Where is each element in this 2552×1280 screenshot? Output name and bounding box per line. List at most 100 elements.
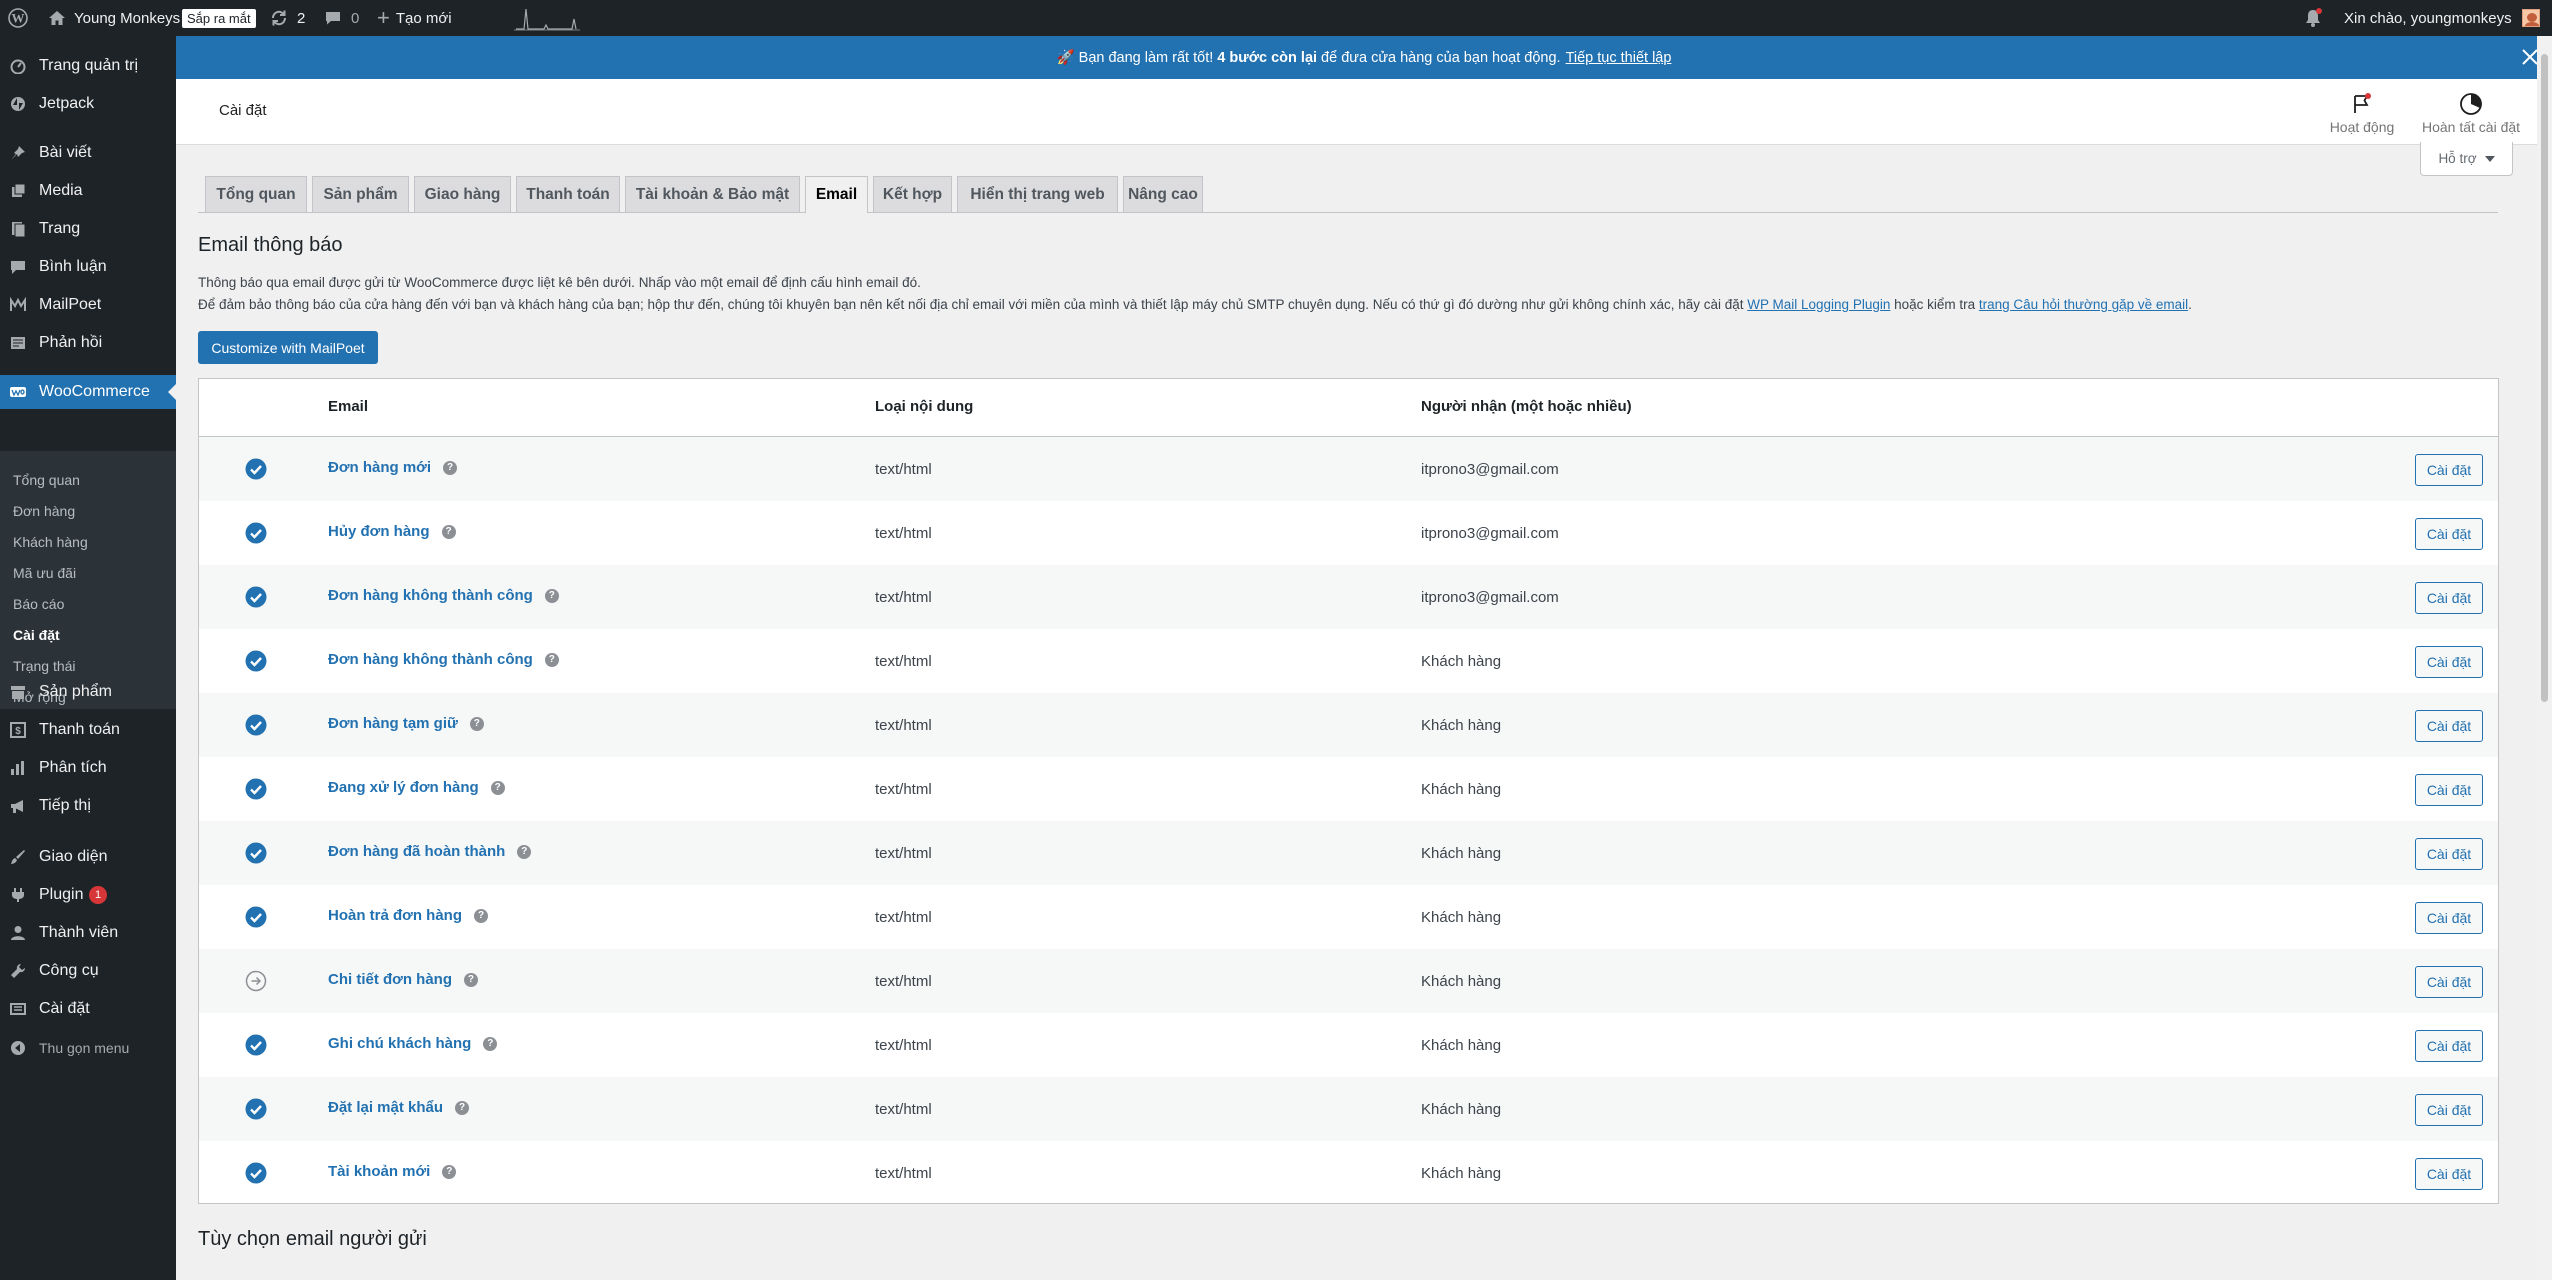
sidebar-item-megaphone[interactable]: Tiếp thị (0, 789, 176, 823)
sidebar-item-mailpoet[interactable]: MailPoet (0, 288, 176, 322)
updates-link[interactable]: 2 (270, 0, 305, 36)
coming-soon-badge[interactable]: Sắp ra mắt (182, 8, 256, 28)
sidebar-item-wrench[interactable]: Công cụ (0, 954, 176, 988)
sidebar-item-plugin[interactable]: Plugin 1 (0, 878, 176, 912)
manage-email-button[interactable]: Cài đặt (2415, 774, 2483, 806)
submenu-item[interactable]: Cài đặt (13, 625, 60, 645)
email-name-link[interactable]: Đơn hàng không thành công? (328, 651, 559, 668)
sidebar-item-payment[interactable]: $ Thanh toán (0, 713, 176, 747)
help-tip-icon[interactable]: ? (474, 908, 488, 923)
my-account-link[interactable]: Xin chào, youngmonkeys (2344, 0, 2540, 36)
manage-email-button[interactable]: Cài đặt (2415, 582, 2483, 614)
tab-8[interactable]: Nâng cao (1123, 176, 1203, 212)
manage-email-button[interactable]: Cài đặt (2415, 902, 2483, 934)
help-tip-icon[interactable]: ? (517, 844, 532, 859)
tab-0[interactable]: Tổng quan (205, 176, 307, 212)
submenu-item[interactable]: Đơn hàng (13, 501, 75, 521)
scrollbar-thumb[interactable] (2541, 54, 2548, 702)
help-tip-icon[interactable]: ? (463, 972, 478, 987)
email-name-link[interactable]: Đặt lại mật khẩu? (328, 1099, 470, 1116)
email-name-link[interactable]: Đơn hàng không thành công? (328, 587, 559, 604)
sidebar-item-settings[interactable]: Cài đặt (0, 992, 176, 1026)
email-name-link[interactable]: Ghi chú khách hàng? (328, 1035, 498, 1052)
sidebar-item-woocommerce[interactable]: WooCommerce (0, 375, 176, 409)
email-name-link[interactable]: Hoàn trả đơn hàng? (328, 907, 488, 924)
new-content-link[interactable]: + Tạo mới (377, 0, 452, 36)
manage-email-button[interactable]: Cài đặt (2415, 454, 2483, 486)
help-tip-icon[interactable]: ? (443, 460, 457, 475)
help-tip-icon[interactable]: ? (544, 652, 559, 667)
collapse-icon (10, 1040, 26, 1056)
tab-3[interactable]: Thanh toán (516, 176, 620, 212)
sidebar-item-user[interactable]: Thành viên (0, 916, 176, 950)
sidebar-item-archive[interactable]: Sản phẩm (0, 675, 176, 709)
email-name-link[interactable]: Đang xử lý đơn hàng? (328, 779, 505, 796)
email-name-link[interactable]: Chi tiết đơn hàng? (328, 971, 478, 988)
dashboard-icon (10, 58, 26, 74)
sidebar-item-chart[interactable]: Phân tích (0, 751, 176, 785)
email-name-link[interactable]: Đơn hàng mới? (328, 459, 457, 476)
comments-link[interactable]: 0 (324, 0, 359, 36)
page-scrollbar[interactable] (2537, 36, 2552, 1280)
sidebar-item-page[interactable]: Trang (0, 212, 176, 246)
tab-4[interactable]: Tài khoản & Bảo mật (625, 176, 800, 212)
help-tip-icon[interactable]: ? (483, 1036, 498, 1051)
help-tip-icon[interactable]: ? (490, 780, 505, 795)
manage-email-button[interactable]: Cài đặt (2415, 518, 2483, 550)
finish-setup-button[interactable]: Hoàn tất cài đặt (2416, 91, 2526, 135)
help-tip-icon[interactable]: ? (455, 1100, 470, 1115)
site-name-link[interactable]: Young Monkeys (48, 0, 180, 36)
table-row: Đơn hàng mới? text/html itprono3@gmail.com… (199, 437, 2498, 501)
manage-email-button[interactable]: Cài đặt (2415, 710, 2483, 742)
sidebar-item-pin[interactable]: Bài viết (0, 136, 176, 170)
help-tip-icon[interactable]: ? (441, 524, 456, 539)
content-type: text/html (875, 653, 932, 670)
column-recipient: Người nhận (một hoặc nhiều) (1421, 398, 1632, 415)
manage-email-button[interactable]: Cài đặt (2415, 646, 2483, 678)
manage-email-button[interactable]: Cài đặt (2415, 838, 2483, 870)
wordpress-logo-icon[interactable]: W (8, 0, 28, 36)
help-tip-icon[interactable]: ? (469, 716, 484, 731)
sidebar-item-comment[interactable]: Bình luận (0, 250, 176, 284)
activity-button[interactable]: Hoạt động (2307, 91, 2417, 135)
smtp-advice: Để đảm bảo thông báo của cửa hàng đến vớ… (198, 297, 2192, 312)
customize-mailpoet-button[interactable]: Customize with MailPoet (198, 331, 378, 364)
email-faq-link[interactable]: trang Câu hỏi thường gặp về email (1979, 297, 2188, 312)
sidebar-item-jetpack[interactable]: Jetpack (0, 87, 176, 121)
submenu-item[interactable]: Báo cáo (13, 594, 64, 614)
manage-email-button[interactable]: Cài đặt (2415, 1094, 2483, 1126)
notifications-bell-icon[interactable] (2303, 0, 2323, 36)
sidebar-item-collapse[interactable]: Thu gọn menu (0, 1031, 176, 1065)
tab-2[interactable]: Giao hàng (414, 176, 511, 212)
tab-1[interactable]: Sản phẩm (312, 176, 409, 212)
sidebar-item-dashboard[interactable]: Trang quản trị (0, 49, 176, 83)
sidebar-item-label: Jetpack (39, 95, 95, 112)
help-tip-icon[interactable]: ? (544, 588, 559, 603)
tab-5[interactable]: Email (805, 176, 868, 213)
email-name-link[interactable]: Tài khoản mới? (328, 1163, 457, 1180)
sidebar-item-media[interactable]: Media (0, 174, 176, 208)
email-name-link[interactable]: Đơn hàng tạm giữ? (328, 715, 484, 732)
tab-6[interactable]: Kết hợp (873, 176, 952, 212)
submenu-item[interactable]: Mã ưu đãi (13, 563, 76, 583)
manage-email-button[interactable]: Cài đặt (2415, 1030, 2483, 1062)
help-tip-icon[interactable]: ? (442, 1164, 457, 1179)
manage-email-button[interactable]: Cài đặt (2415, 966, 2483, 998)
submenu-item[interactable]: Tổng quan (13, 470, 80, 490)
help-tab-button[interactable]: Hỗ trợ (2420, 142, 2513, 176)
sidebar-item-brush[interactable]: Giao diện (0, 840, 176, 874)
stats-sparkline[interactable] (514, 0, 580, 36)
submenu-item[interactable]: Trạng thái (13, 656, 76, 676)
tab-7[interactable]: Hiển thị trang web (957, 176, 1118, 212)
email-name-link[interactable]: Đơn hàng đã hoàn thành? (328, 843, 532, 860)
flag-icon (2354, 93, 2371, 113)
enabled-check-icon (245, 714, 267, 736)
submenu-item[interactable]: Khách hàng (13, 532, 88, 552)
manage-email-button[interactable]: Cài đặt (2415, 1158, 2483, 1190)
email-name-link[interactable]: Hủy đơn hàng? (328, 523, 456, 540)
sidebar-item-feedback[interactable]: Phản hồi (0, 326, 176, 360)
content-type: text/html (875, 909, 932, 926)
continue-setup-link[interactable]: Tiếp tục thiết lập (1566, 50, 1672, 66)
table-row: Đơn hàng không thành công? text/html Khách… (199, 629, 2498, 693)
wp-mail-logging-link[interactable]: WP Mail Logging Plugin (1747, 297, 1890, 312)
